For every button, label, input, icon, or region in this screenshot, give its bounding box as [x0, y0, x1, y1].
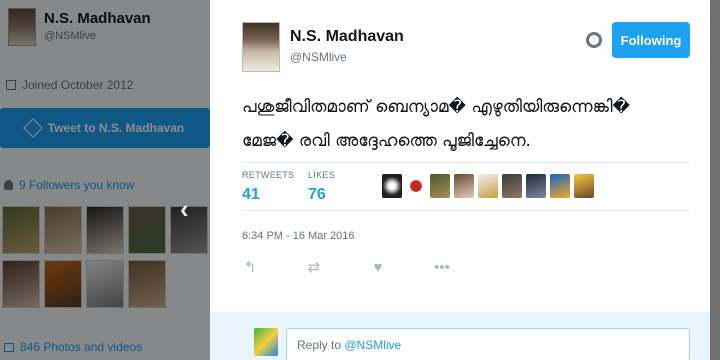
liker-avatar[interactable]	[526, 174, 546, 198]
profile-handle[interactable]: @NSMlive	[44, 30, 151, 42]
reply-prefix: Reply to	[297, 338, 345, 352]
follower-avatar[interactable]	[44, 260, 82, 308]
compose-icon	[22, 118, 43, 138]
photos-videos-link[interactable]: 846 Photos and videos	[4, 340, 142, 354]
liker-avatar[interactable]	[574, 174, 594, 198]
more-icon[interactable]: •••	[432, 258, 452, 278]
author-avatar[interactable]	[242, 22, 280, 72]
retweets-count: 41	[242, 186, 260, 203]
camera-icon	[4, 342, 14, 352]
follower-avatar[interactable]	[2, 260, 40, 308]
liker-avatar[interactable]	[430, 174, 450, 198]
joined-text: Joined October 2012	[22, 78, 134, 92]
followers-you-know-label: 9 Followers you know	[19, 178, 135, 192]
following-button[interactable]: Following	[612, 22, 690, 58]
profile-name[interactable]: N.S. Madhavan	[44, 10, 151, 27]
reply-input[interactable]: Reply to @NSMlive	[286, 328, 690, 360]
chevron-left-icon[interactable]: ‹	[180, 196, 194, 222]
follower-avatar[interactable]	[86, 260, 124, 308]
user-avatar	[254, 328, 278, 356]
liker-avatar[interactable]	[406, 174, 426, 198]
gear-icon[interactable]	[586, 32, 602, 48]
retweets-label: RETWEETS	[242, 170, 295, 180]
follower-avatar[interactable]	[86, 206, 124, 254]
follower-avatar[interactable]	[44, 206, 82, 254]
calendar-icon	[6, 80, 16, 90]
reply-icon[interactable]: ↰	[240, 258, 260, 278]
liker-avatar[interactable]	[382, 174, 402, 198]
profile-avatar[interactable]	[8, 8, 36, 46]
tweet-author: N.S. Madhavan @NSMlive	[242, 22, 404, 72]
tweet-text: പശുജീവിതമാണ് ബെന്യാമ� എഴുതിയിരുന്നെങ്കി�…	[242, 90, 682, 158]
tweet-card: N.S. Madhavan @NSMlive Following പശുജീവി…	[210, 0, 710, 360]
retweets-stat[interactable]: RETWEETS 41	[242, 170, 294, 204]
liker-avatar[interactable]	[454, 174, 474, 198]
background-dim	[710, 0, 720, 360]
liker-avatar[interactable]	[478, 174, 498, 198]
divider	[242, 162, 690, 163]
divider	[242, 210, 690, 211]
likes-stat[interactable]: LIKES 76	[308, 170, 335, 204]
reply-area: Reply to @NSMlive	[210, 312, 710, 360]
likes-label: LIKES	[308, 170, 336, 180]
tweet-to-label: Tweet to N.S. Madhavan	[47, 121, 185, 135]
tweet-timestamp[interactable]: 6:34 PM - 16 Mar 2016	[242, 230, 355, 242]
tweet-text-line: മേജ� രവി അദ്ദേഹത്തെ പൂജിച്ചേനെ.	[242, 131, 531, 151]
liker-avatar[interactable]	[502, 174, 522, 198]
retweet-icon[interactable]: ⇄	[304, 258, 324, 278]
person-icon	[4, 180, 13, 190]
follower-avatar[interactable]	[2, 206, 40, 254]
author-name[interactable]: N.S. Madhavan	[290, 28, 404, 46]
followers-you-know-link[interactable]: 9 Followers you know	[4, 178, 134, 192]
reply-mention: @NSMlive	[344, 338, 402, 352]
liker-avatar[interactable]	[550, 174, 570, 198]
photos-videos-label: 846 Photos and videos	[20, 340, 143, 354]
tweet-to-button[interactable]: Tweet to N.S. Madhavan	[0, 108, 210, 148]
profile-sidebar: N.S. Madhavan @NSMlive Joined October 20…	[0, 0, 210, 360]
follower-avatar[interactable]	[128, 260, 166, 308]
tweet-text-line: പശുജീവിതമാണ് ബെന്യാമ� എഴുതിയിരുന്നെങ്കി�	[242, 97, 630, 117]
likes-count: 76	[308, 186, 326, 203]
follower-avatar[interactable]	[128, 206, 166, 254]
profile-header: N.S. Madhavan @NSMlive	[8, 8, 151, 46]
heart-icon[interactable]: ♥	[368, 258, 388, 278]
author-handle[interactable]: @NSMlive	[290, 50, 404, 64]
joined-date: Joined October 2012	[6, 78, 133, 92]
